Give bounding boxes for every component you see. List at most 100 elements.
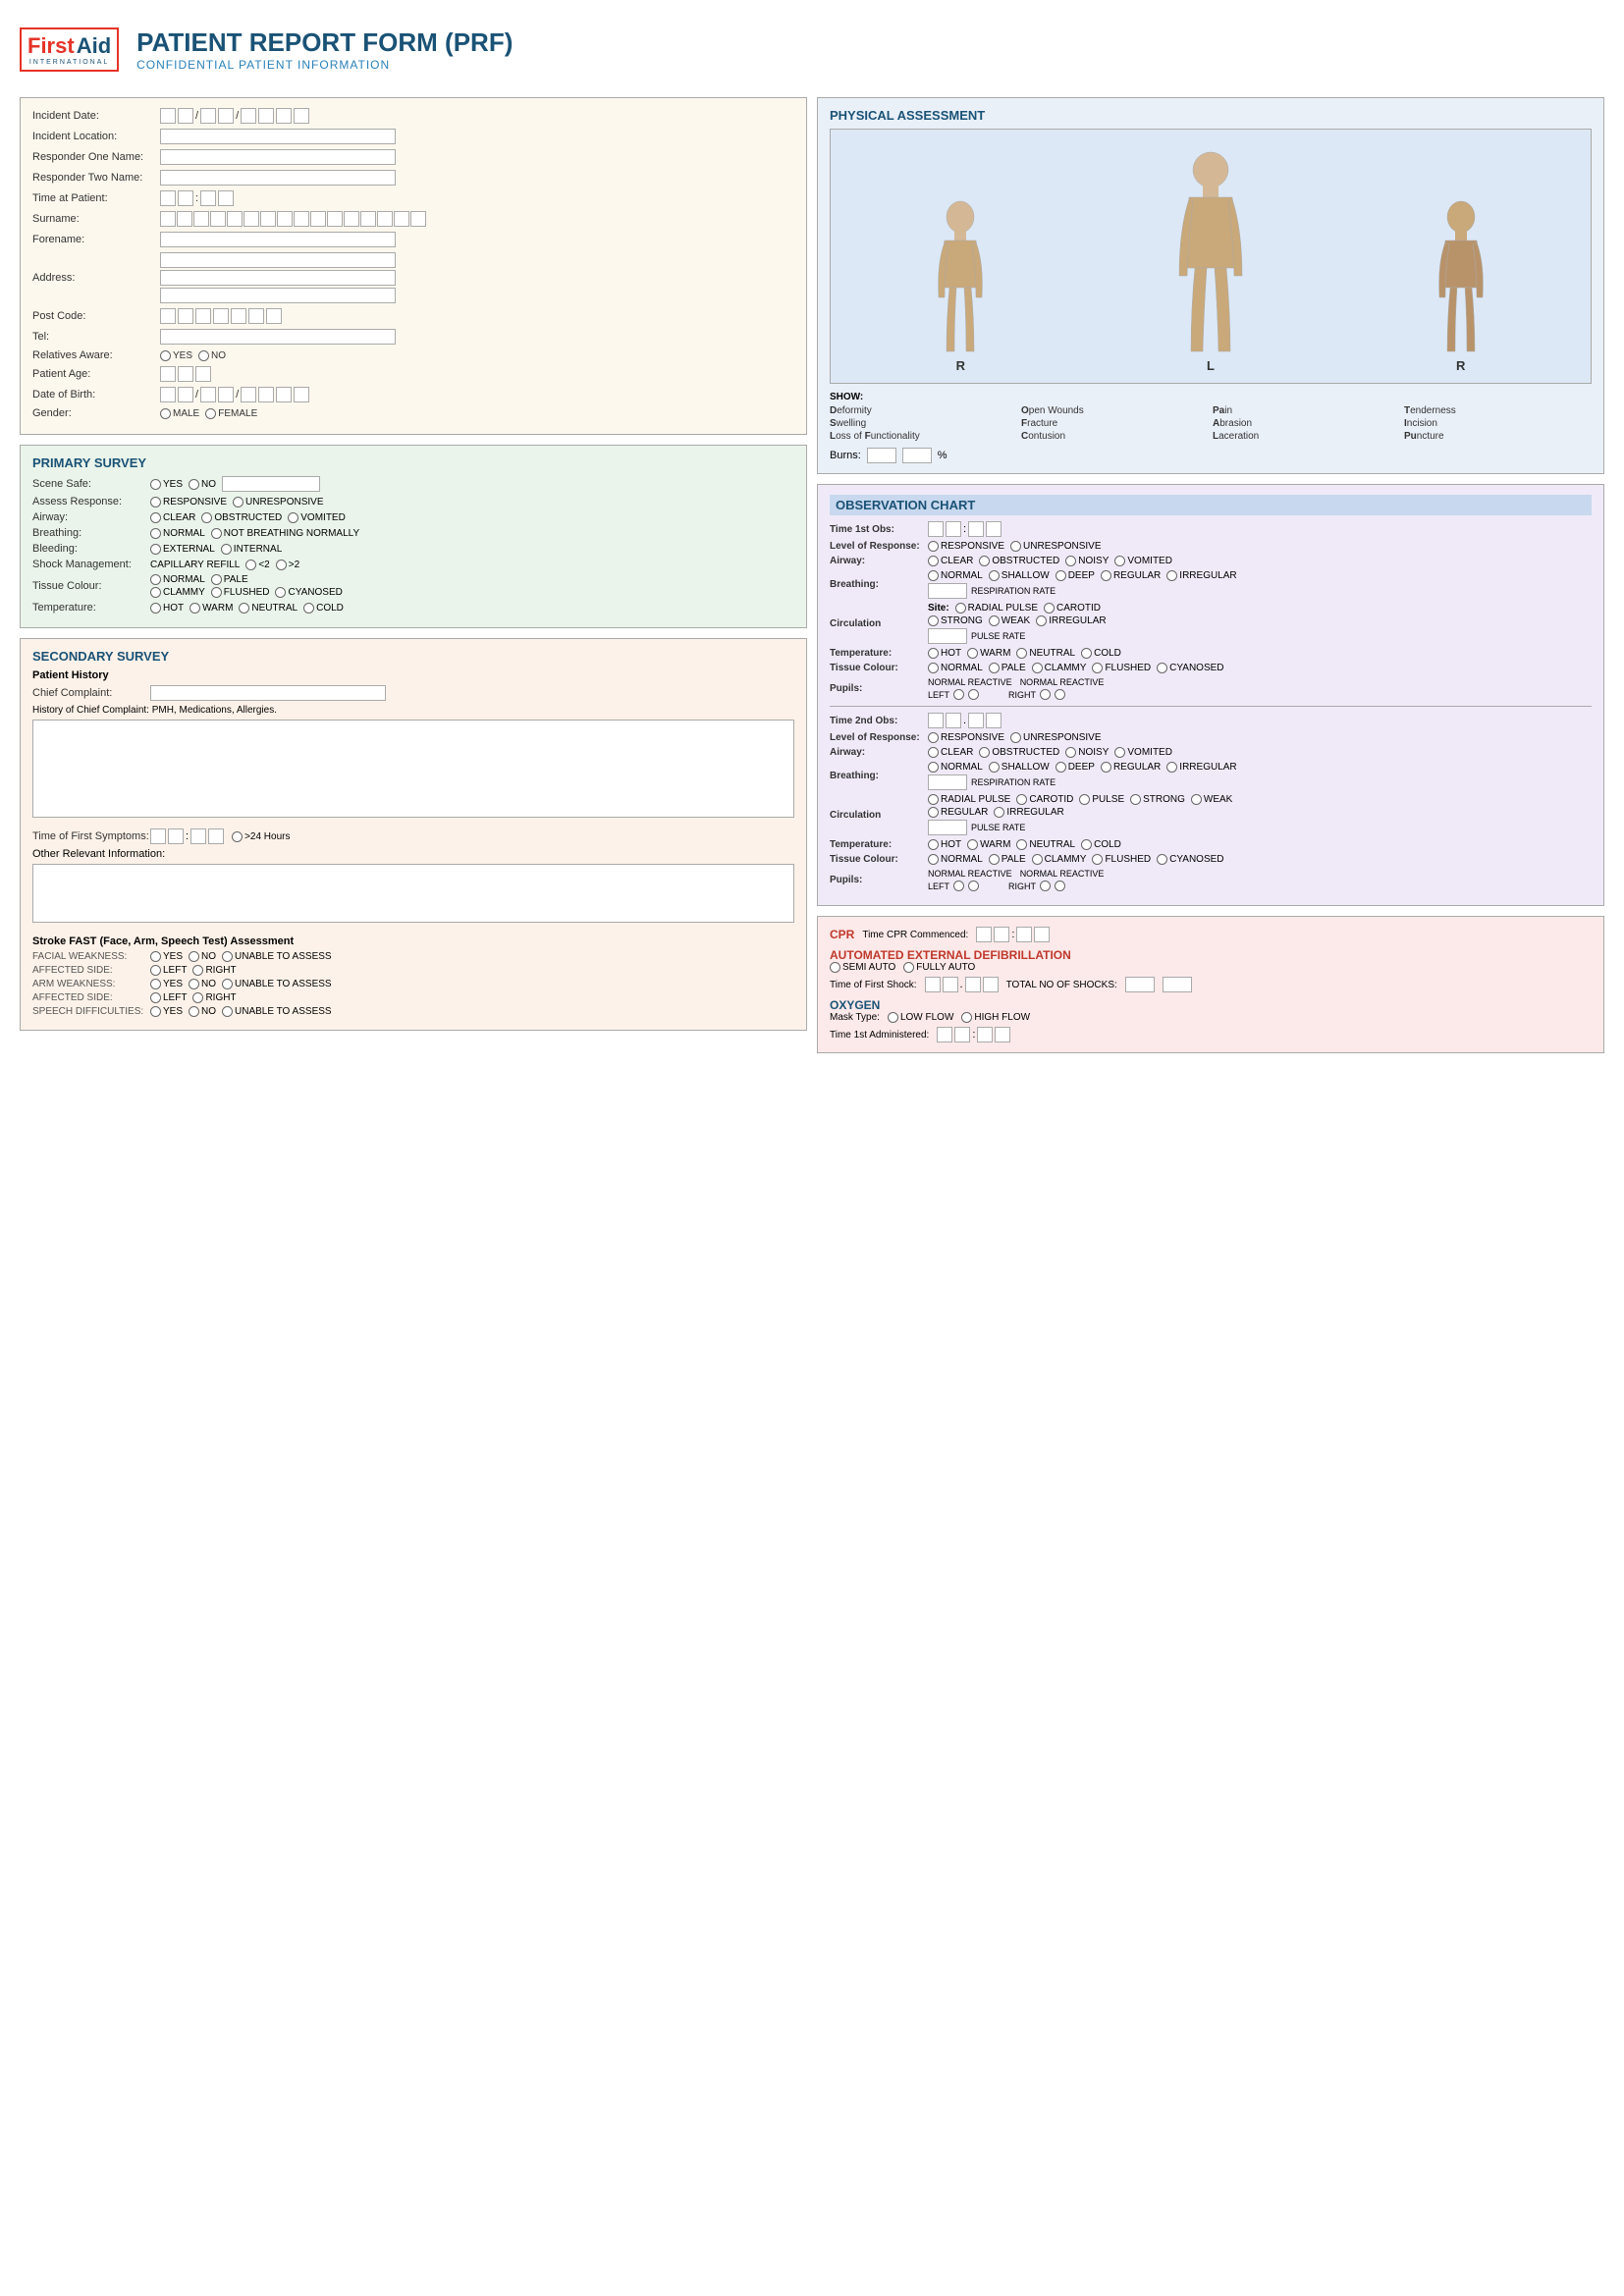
obs-tissue-cyanosed[interactable]: CYANOSED: [1157, 663, 1223, 673]
mask-low-flow[interactable]: LOW FLOW: [888, 1012, 953, 1023]
obs-tissue-flushed[interactable]: FLUSHED: [1092, 663, 1151, 673]
breathing-not-normal[interactable]: NOT BREATHING NORMALLY: [211, 528, 359, 539]
obs-airway-obstructed[interactable]: OBSTRUCTED: [979, 556, 1059, 566]
circ2-carotid[interactable]: CAROTID: [1016, 794, 1073, 805]
obs2-temp-neutral[interactable]: NEUTRAL: [1016, 839, 1075, 850]
tel-input[interactable]: [160, 329, 396, 345]
postcode-input[interactable]: [160, 308, 282, 324]
circ2-radial[interactable]: RADIAL PULSE: [928, 794, 1010, 805]
incident-location-input[interactable]: [160, 129, 396, 144]
circ2-regular[interactable]: REGULAR: [928, 807, 988, 818]
date-y3[interactable]: [276, 108, 292, 124]
date-y4[interactable]: [294, 108, 309, 124]
circ2-strong[interactable]: STRONG: [1130, 794, 1185, 805]
total-shocks-input2[interactable]: [1163, 977, 1192, 992]
history-textarea[interactable]: [32, 720, 794, 818]
obs2-airway-clear[interactable]: CLEAR: [928, 747, 973, 758]
obs-airway-clear[interactable]: CLEAR: [928, 556, 973, 566]
affected2-right[interactable]: RIGHT: [192, 992, 236, 1003]
pupils-left-reactive[interactable]: [968, 689, 979, 700]
pulse-rate2-input[interactable]: [928, 820, 967, 835]
obs-tissue-clammy[interactable]: CLAMMY: [1032, 663, 1087, 673]
circ2-weak[interactable]: WEAK: [1191, 794, 1232, 805]
obs-airway-noisy[interactable]: NOISY: [1065, 556, 1109, 566]
date-y1[interactable]: [241, 108, 256, 124]
pupils-right-reactive[interactable]: [1055, 689, 1065, 700]
burns-input2[interactable]: [902, 448, 932, 463]
temp-hot[interactable]: HOT: [150, 603, 184, 614]
speech-no[interactable]: NO: [189, 1006, 216, 1017]
affected1-left[interactable]: LEFT: [150, 965, 187, 976]
facial-unable[interactable]: UNABLE TO ASSESS: [222, 951, 332, 962]
relatives-no[interactable]: NO: [198, 350, 226, 361]
speech-unable[interactable]: UNABLE TO ASSESS: [222, 1006, 332, 1017]
circ-carotid[interactable]: CAROTID: [1044, 603, 1101, 614]
pupils-left-normal[interactable]: [953, 689, 964, 700]
more24-option[interactable]: >24 Hours: [232, 831, 290, 842]
obs-airway-vomited[interactable]: VOMITED: [1114, 556, 1172, 566]
other-relevant-textarea[interactable]: [32, 864, 794, 923]
obs-temp-cold[interactable]: COLD: [1081, 648, 1121, 659]
obs2-tissue-normal[interactable]: NORMAL: [928, 854, 983, 865]
obs2-airway-obstructed[interactable]: OBSTRUCTED: [979, 747, 1059, 758]
surname-input[interactable]: [160, 211, 426, 227]
bleeding-internal[interactable]: INTERNAL: [221, 544, 282, 555]
affected2-left[interactable]: LEFT: [150, 992, 187, 1003]
obs-temp-warm[interactable]: WARM: [967, 648, 1010, 659]
arm-unable[interactable]: UNABLE TO ASSESS: [222, 979, 332, 989]
tissue-normal[interactable]: NORMAL: [150, 574, 205, 585]
relatives-yes[interactable]: YES: [160, 350, 192, 361]
pupils2-right-reactive[interactable]: [1055, 881, 1065, 891]
cap-less2[interactable]: <2: [245, 560, 269, 570]
obs-temp-neutral[interactable]: NEUTRAL: [1016, 648, 1075, 659]
time-at-patient-input[interactable]: :: [160, 190, 234, 206]
dob-input[interactable]: / /: [160, 387, 309, 402]
pulse-rate-input[interactable]: [928, 628, 967, 644]
chief-complaint-input[interactable]: [150, 685, 386, 701]
pupils-right-normal[interactable]: [1040, 689, 1051, 700]
obs2-br-deep[interactable]: DEEP: [1056, 762, 1095, 773]
obs2-airway-noisy[interactable]: NOISY: [1065, 747, 1109, 758]
temp-warm[interactable]: WARM: [189, 603, 233, 614]
burns-input1[interactable]: [867, 448, 896, 463]
mask-high-flow[interactable]: HIGH FLOW: [961, 1012, 1030, 1023]
ar-responsive[interactable]: RESPONSIVE: [150, 497, 227, 507]
airway-vomited[interactable]: VOMITED: [288, 512, 346, 523]
responder-one-input[interactable]: [160, 149, 396, 165]
address-line2[interactable]: [160, 270, 396, 286]
total-shocks-input[interactable]: [1125, 977, 1155, 992]
bleeding-external[interactable]: EXTERNAL: [150, 544, 215, 555]
facial-no[interactable]: NO: [189, 951, 216, 962]
obs2-temp-warm[interactable]: WARM: [967, 839, 1010, 850]
tissue-flushed[interactable]: FLUSHED: [211, 587, 270, 598]
address-line3[interactable]: [160, 288, 396, 303]
ar-unresponsive[interactable]: UNRESPONSIVE: [233, 497, 323, 507]
obs2-responsive[interactable]: RESPONSIVE: [928, 732, 1004, 743]
temp-neutral[interactable]: NEUTRAL: [239, 603, 298, 614]
scene-safe-yes[interactable]: YES: [150, 479, 183, 490]
obs-temp-hot[interactable]: HOT: [928, 648, 961, 659]
address-line1[interactable]: [160, 252, 396, 268]
date-m1[interactable]: [200, 108, 216, 124]
obs-br-deep[interactable]: DEEP: [1056, 570, 1095, 581]
forename-input[interactable]: [160, 232, 396, 247]
arm-yes[interactable]: YES: [150, 979, 183, 989]
obs2-tissue-flushed[interactable]: FLUSHED: [1092, 854, 1151, 865]
obs2-tissue-cyanosed[interactable]: CYANOSED: [1157, 854, 1223, 865]
responder-two-input[interactable]: [160, 170, 396, 186]
obs2-temp-cold[interactable]: COLD: [1081, 839, 1121, 850]
affected1-right[interactable]: RIGHT: [192, 965, 236, 976]
resp-rate2-input[interactable]: [928, 774, 967, 790]
speech-yes[interactable]: YES: [150, 1006, 183, 1017]
obs2-tissue-pale[interactable]: PALE: [989, 854, 1026, 865]
temp-cold[interactable]: COLD: [303, 603, 344, 614]
obs2-br-shallow[interactable]: SHALLOW: [989, 762, 1050, 773]
date-d1[interactable]: [160, 108, 176, 124]
gender-female[interactable]: FEMALE: [205, 408, 257, 419]
circ-strong[interactable]: STRONG: [928, 615, 983, 626]
pupils2-right-normal[interactable]: [1040, 881, 1051, 891]
cap-more2[interactable]: >2: [276, 560, 299, 570]
obs2-airway-vomited[interactable]: VOMITED: [1114, 747, 1172, 758]
obs-br-irregular[interactable]: IRREGULAR: [1166, 570, 1236, 581]
circ-irregular[interactable]: IRREGULAR: [1036, 615, 1106, 626]
